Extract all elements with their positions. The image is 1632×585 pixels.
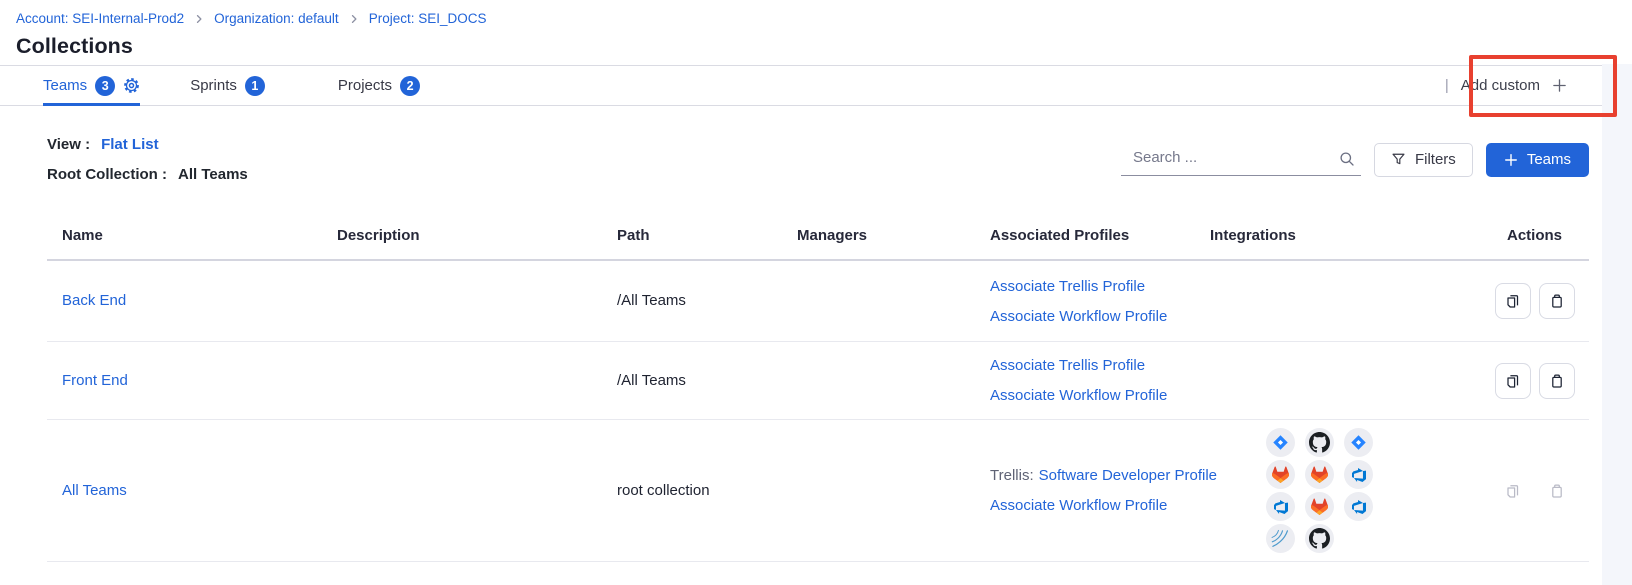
view-flat-list-link[interactable]: Flat List: [101, 136, 159, 153]
filter-funnel-icon: [1391, 152, 1406, 167]
view-settings: View : Flat List Root Collection : All T…: [47, 134, 248, 185]
page-header: Account: SEI-Internal-Prod2 Organization…: [0, 0, 1632, 61]
add-custom-button[interactable]: | Add custom: [1445, 66, 1567, 105]
collections-page: Account: SEI-Internal-Prod2 Organization…: [0, 0, 1632, 585]
sonarqube-icon: [1266, 524, 1295, 553]
page-title: Collections: [16, 31, 1632, 61]
breadcrumb: Account: SEI-Internal-Prod2 Organization…: [16, 9, 1632, 28]
clone-collection-button-disabled: [1495, 473, 1531, 509]
tab-sprints-label: Sprints: [190, 77, 237, 94]
collection-link-all-teams[interactable]: All Teams: [62, 482, 127, 499]
column-header-managers: Managers: [797, 227, 980, 244]
column-header-path: Path: [617, 227, 797, 244]
column-header-name: Name: [47, 227, 337, 244]
azure-devops-icon: [1344, 460, 1373, 489]
copy-icon: [1505, 293, 1521, 309]
associate-workflow-profile-link[interactable]: Associate Workflow Profile: [990, 387, 1167, 404]
gear-icon[interactable]: [123, 77, 140, 94]
filters-button[interactable]: Filters: [1374, 143, 1473, 177]
software-developer-profile-link[interactable]: Software Developer Profile: [1039, 467, 1217, 484]
tab-bar: Teams 3 Sprints 1 Projects 2 | Add custo…: [0, 65, 1602, 106]
path-value: /All Teams: [617, 292, 686, 309]
table-actions: Filters Teams: [1121, 143, 1589, 177]
table-header-row: Name Description Path Managers Associate…: [47, 211, 1589, 261]
delete-collection-button[interactable]: [1539, 363, 1575, 399]
github-icon: [1305, 524, 1334, 553]
tab-teams-label: Teams: [43, 77, 87, 94]
table-row: Front End /All Teams Associate Trellis P…: [47, 342, 1589, 420]
collection-link-back-end[interactable]: Back End: [62, 292, 126, 309]
search-input[interactable]: [1121, 149, 1326, 170]
azure-devops-icon: [1266, 492, 1295, 521]
gitlab-icon: [1305, 492, 1334, 521]
tab-teams[interactable]: Teams 3: [43, 66, 140, 105]
root-collection-label: Root Collection :: [47, 166, 167, 183]
associate-trellis-profile-link[interactable]: Associate Trellis Profile: [990, 357, 1145, 374]
gitlab-icon: [1266, 460, 1295, 489]
collection-link-front-end[interactable]: Front End: [62, 372, 128, 389]
associate-workflow-profile-link[interactable]: Associate Workflow Profile: [990, 308, 1167, 325]
clone-collection-button[interactable]: [1495, 283, 1531, 319]
breadcrumb-account-link[interactable]: Account: SEI-Internal-Prod2: [16, 11, 184, 26]
plus-icon: [1504, 153, 1518, 167]
collections-table: Name Description Path Managers Associate…: [47, 211, 1589, 562]
column-header-actions: Actions: [1480, 227, 1589, 244]
associated-profiles-cell: Associate Trellis Profile Associate Work…: [990, 357, 1210, 404]
tab-projects[interactable]: Projects 2: [338, 66, 420, 105]
github-icon: [1305, 428, 1334, 457]
column-header-integrations: Integrations: [1210, 227, 1480, 244]
breadcrumb-project-link[interactable]: Project: SEI_DOCS: [369, 11, 487, 26]
actions-cell: [1495, 473, 1575, 509]
actions-cell: [1495, 283, 1575, 319]
associate-workflow-profile-link[interactable]: Associate Workflow Profile: [990, 497, 1167, 514]
clone-collection-button[interactable]: [1495, 363, 1531, 399]
tab-sprints-count-badge: 1: [245, 76, 265, 96]
actions-cell: [1495, 363, 1575, 399]
integrations-grid: [1266, 428, 1480, 553]
table-row: All Teams root collection Trellis:Softwa…: [47, 420, 1589, 562]
delete-collection-button[interactable]: [1539, 283, 1575, 319]
copy-icon: [1505, 483, 1521, 499]
breadcrumb-organization-link[interactable]: Organization: default: [214, 11, 339, 26]
tab-projects-label: Projects: [338, 77, 392, 94]
filters-button-label: Filters: [1415, 151, 1456, 168]
column-header-associated-profiles: Associated Profiles: [980, 227, 1210, 244]
add-custom-label: Add custom: [1461, 77, 1540, 94]
trash-icon: [1549, 483, 1565, 499]
azure-devops-icon: [1344, 492, 1373, 521]
trash-icon: [1549, 373, 1565, 389]
tab-sprints[interactable]: Sprints 1: [190, 66, 265, 105]
chevron-right-icon: [193, 13, 205, 25]
gitlab-icon: [1305, 460, 1334, 489]
search-box: [1121, 144, 1361, 176]
copy-icon: [1505, 373, 1521, 389]
integrations-cell: [1210, 428, 1480, 553]
plus-icon: [1552, 78, 1567, 93]
trash-icon: [1549, 293, 1565, 309]
table-row: Back End /All Teams Associate Trellis Pr…: [47, 261, 1589, 342]
add-teams-button-label: Teams: [1527, 151, 1571, 168]
jira-icon: [1266, 428, 1295, 457]
tab-teams-count-badge: 3: [95, 76, 115, 96]
associated-profiles-cell: Associate Trellis Profile Associate Work…: [990, 278, 1210, 325]
chevron-right-icon: [348, 13, 360, 25]
search-icon: [1339, 151, 1355, 167]
trellis-prefix-label: Trellis:: [990, 467, 1034, 484]
path-value: /All Teams: [617, 372, 686, 389]
associate-trellis-profile-link[interactable]: Associate Trellis Profile: [990, 278, 1145, 295]
path-value: root collection: [617, 482, 710, 499]
page-right-gutter: [1602, 64, 1632, 585]
view-label: View :: [47, 136, 90, 153]
tab-projects-count-badge: 2: [400, 76, 420, 96]
add-teams-button[interactable]: Teams: [1486, 143, 1589, 177]
column-header-description: Description: [337, 227, 617, 244]
root-collection-row: Root Collection : All Teams: [47, 164, 248, 185]
list-controls: View : Flat List Root Collection : All T…: [47, 134, 1589, 185]
root-collection-value: All Teams: [178, 166, 248, 183]
associated-profiles-cell: Trellis:Software Developer Profile Assoc…: [990, 467, 1210, 514]
view-row: View : Flat List: [47, 134, 248, 155]
delete-collection-button-disabled: [1539, 473, 1575, 509]
jira-icon: [1344, 428, 1373, 457]
vertical-separator: |: [1445, 77, 1449, 94]
